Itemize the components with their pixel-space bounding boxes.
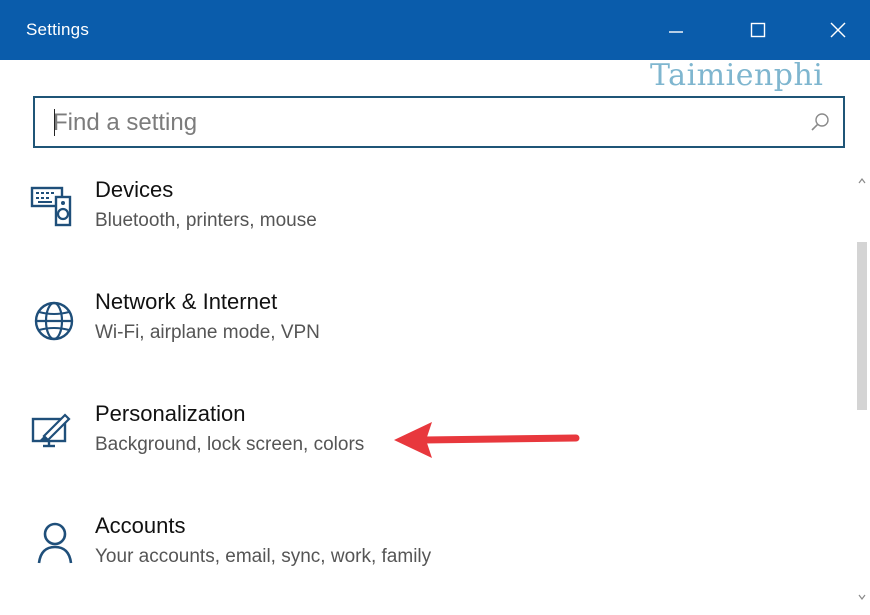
title-bar: Settings [0, 0, 870, 60]
scrollbar-thumb[interactable] [857, 242, 867, 410]
globe-icon [34, 301, 74, 341]
category-description: Your accounts, email, sync, work, family [95, 546, 432, 567]
red-arrow-pointer [394, 422, 580, 458]
category-devices[interactable]: Devices Bluetooth, printers, mouse [22, 177, 662, 267]
category-label: Personalization [95, 401, 246, 426]
search-input[interactable] [53, 107, 793, 139]
close-icon [830, 22, 846, 38]
window-title: Settings [26, 20, 90, 39]
vertical-scrollbar[interactable] [854, 170, 870, 615]
scroll-up-arrow-icon[interactable] [858, 178, 866, 184]
search-box[interactable] [33, 96, 845, 148]
category-label: Devices [95, 177, 174, 202]
category-network-internet[interactable]: Network & Internet Wi-Fi, airplane mode,… [22, 289, 662, 379]
text-caret [54, 109, 55, 136]
minimize-button[interactable] [656, 14, 696, 50]
maximize-button[interactable] [738, 14, 778, 50]
category-description: Wi-Fi, airplane mode, VPN [95, 322, 320, 343]
category-label: Accounts [95, 513, 186, 538]
watermark-logo: Taimienphi [650, 58, 824, 93]
close-button[interactable] [818, 14, 858, 50]
scroll-down-arrow-icon[interactable] [858, 594, 866, 600]
personalization-icon [31, 413, 71, 448]
maximize-icon [750, 22, 766, 38]
person-icon [37, 522, 73, 564]
minimize-icon [669, 31, 683, 33]
search-icon[interactable] [809, 111, 831, 133]
category-label: Network & Internet [95, 289, 278, 314]
category-description: Background, lock screen, colors [95, 434, 365, 455]
category-description: Bluetooth, printers, mouse [95, 210, 317, 231]
devices-icon [30, 186, 72, 227]
category-accounts[interactable]: Accounts Your accounts, email, sync, wor… [22, 513, 662, 603]
